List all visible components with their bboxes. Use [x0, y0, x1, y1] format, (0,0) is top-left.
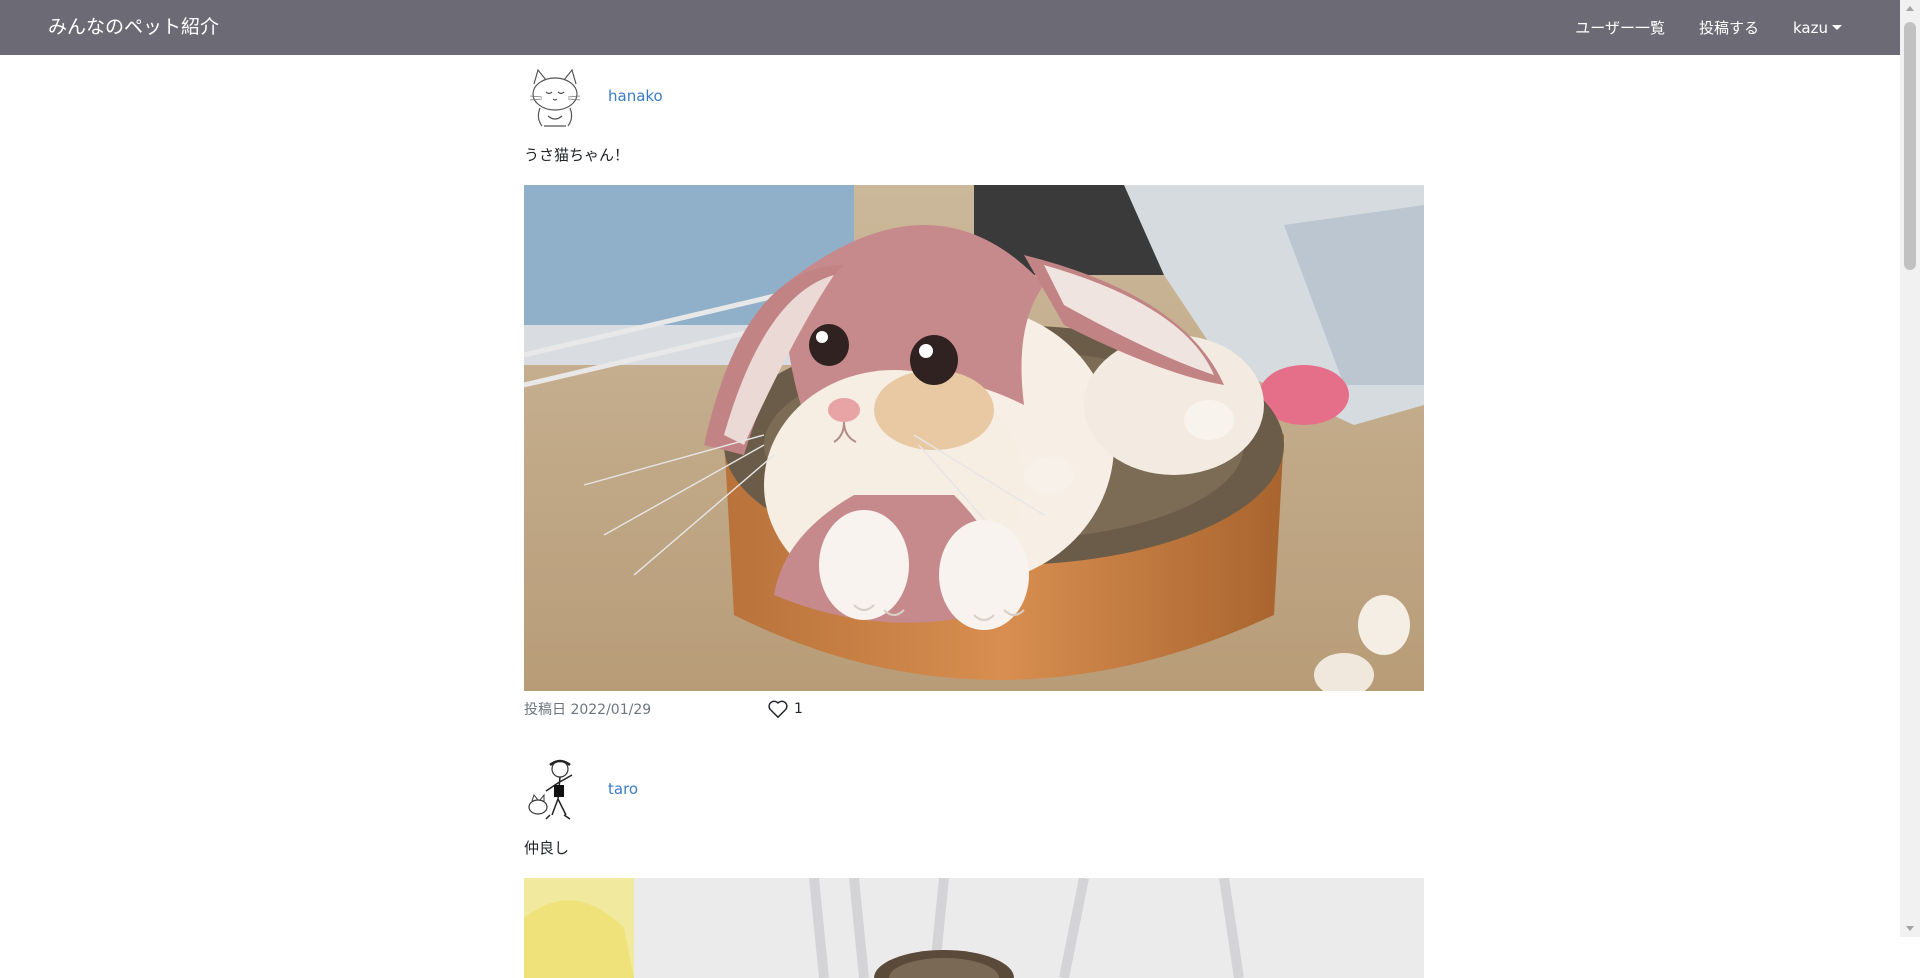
nav-links: ユーザー一覧 投稿する kazu	[1541, 0, 1842, 55]
page-scrollbar[interactable]	[1900, 0, 1920, 937]
avatar-person-drawing[interactable]	[524, 755, 586, 823]
post-username[interactable]: hanako	[608, 87, 663, 105]
post-photo-bunny-cat[interactable]	[524, 185, 1424, 691]
post-card: hanako うさ猫ちゃん！ 投稿日 2022/01/29 1	[524, 55, 1424, 721]
post-header: hanako	[524, 55, 1424, 137]
nav-link-new-post[interactable]: 投稿する	[1699, 17, 1759, 38]
user-menu-label: kazu	[1793, 18, 1828, 37]
like-button[interactable]: 1	[767, 699, 803, 719]
post-photo-pets[interactable]	[524, 878, 1424, 978]
post-footer: 投稿日 2022/01/29 1	[524, 691, 1424, 721]
top-navbar: みんなのペット紹介 ユーザー一覧 投稿する kazu	[0, 0, 1900, 55]
scroll-down-icon[interactable]	[1906, 926, 1914, 931]
post-caption: 仲良し	[524, 839, 570, 857]
avatar-cat-drawing[interactable]	[524, 62, 586, 130]
post-date: 投稿日 2022/01/29	[524, 702, 652, 718]
scrollbar-thumb[interactable]	[1904, 22, 1916, 270]
brand-link[interactable]: みんなのペット紹介	[48, 0, 219, 55]
heart-icon	[768, 700, 788, 718]
like-count: 1	[794, 701, 803, 717]
user-menu-dropdown[interactable]: kazu	[1793, 19, 1842, 37]
post-feed: hanako うさ猫ちゃん！ 投稿日 2022/01/29 1 taro 仲良し	[524, 55, 1424, 978]
scroll-up-icon[interactable]	[1906, 6, 1914, 11]
post-caption: うさ猫ちゃん！	[524, 146, 630, 164]
post-card: taro 仲良し	[524, 748, 1424, 978]
nav-link-users[interactable]: ユーザー一覧	[1575, 17, 1665, 38]
post-username[interactable]: taro	[608, 780, 638, 798]
post-header: taro	[524, 748, 1424, 830]
caret-down-icon	[1832, 25, 1842, 30]
